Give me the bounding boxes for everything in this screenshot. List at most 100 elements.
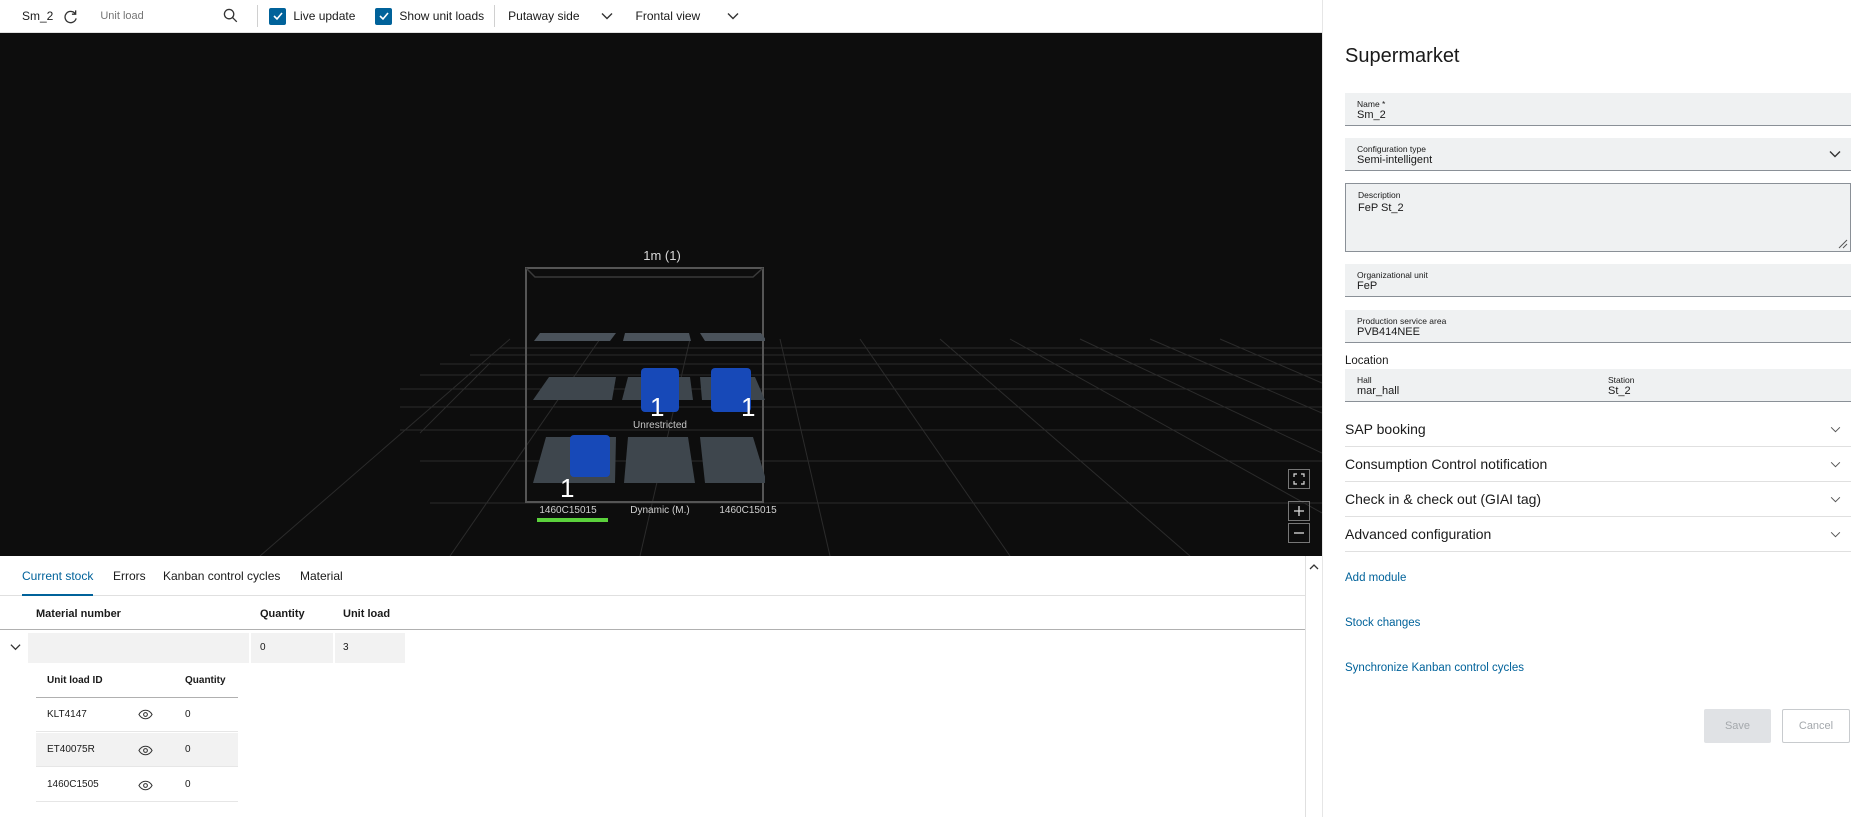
show-unit-loads-checkbox[interactable]: Show unit loads [375, 0, 484, 33]
unit-load-id-cell: 1460C1505 [47, 779, 99, 790]
name-field-label: Name * [1357, 99, 1386, 109]
slot-label: 1460C15015 [539, 505, 597, 516]
toolbar: Sm_2 Live update Show unit loads Putaway… [0, 0, 1322, 33]
slot-label: 1460C15015 [719, 505, 777, 516]
configuration-type-value: Semi-intelligent [1357, 154, 1433, 166]
zoom-out-button[interactable] [1288, 523, 1310, 543]
eye-icon[interactable] [138, 780, 153, 791]
header-underline [0, 629, 1305, 630]
chevron-up-icon [1309, 563, 1319, 569]
eye-icon[interactable] [138, 709, 153, 720]
stock-changes-link[interactable]: Stock changes [1345, 617, 1420, 629]
sap-booking-section[interactable]: SAP booking [1345, 412, 1851, 447]
column-header-quantity[interactable]: Quantity [260, 608, 305, 620]
description-value: FeP St_2 [1358, 202, 1404, 214]
description-textarea[interactable]: Description FeP St_2 [1345, 183, 1851, 252]
refresh-icon[interactable] [63, 9, 78, 24]
name-field-value: Sm_2 [1357, 109, 1386, 121]
stack-count: 1 [741, 392, 756, 422]
unit-load-search[interactable] [100, 0, 255, 33]
table-row[interactable]: ET40075R 0 [36, 733, 238, 767]
toolbar-divider [257, 5, 259, 27]
check-in-check-out-section[interactable]: Check in & check out (GIAI tag) [1345, 482, 1851, 517]
cancel-button[interactable]: Cancel [1782, 709, 1850, 743]
section-title: SAP booking [1345, 421, 1426, 437]
view-label: Frontal view [635, 9, 701, 23]
section-title: Advanced configuration [1345, 526, 1492, 542]
module-title: 1m (1) [643, 248, 681, 263]
plus-icon [1294, 506, 1304, 516]
hall-value: mar_hall [1357, 385, 1400, 397]
chevron-down-icon [1829, 150, 1841, 158]
column-header-material-number[interactable]: Material number [36, 608, 121, 620]
unit-load-cell: 3 [335, 633, 405, 663]
table-row[interactable]: 1460C1505 0 [36, 768, 238, 802]
column-header-unit-load[interactable]: Unit load [343, 608, 390, 620]
live-update-label: Live update [293, 9, 356, 23]
stack-caption: Unrestricted [633, 420, 687, 431]
chevron-down-icon[interactable] [10, 643, 21, 651]
minus-icon [1294, 532, 1304, 534]
station-value: St_2 [1608, 385, 1631, 397]
organizational-unit-value: FeP [1357, 280, 1378, 292]
check-icon[interactable] [269, 7, 287, 25]
section-title: Consumption Control notification [1345, 456, 1548, 472]
unit-load-quantity-cell: 0 [185, 779, 191, 790]
supermarket-panel: Supermarket Name * Sm_2 Configuration ty… [1322, 0, 1864, 817]
consumption-control-section[interactable]: Consumption Control notification [1345, 447, 1851, 482]
section-title: Check in & check out (GIAI tag) [1345, 491, 1542, 507]
unit-load-input[interactable] [100, 9, 216, 22]
fullscreen-icon [1293, 473, 1305, 485]
table-row[interactable]: KLT4147 0 [36, 698, 238, 732]
unit-load-id-cell: KLT4147 [47, 709, 87, 720]
current-stock-table: Material number Quantity Unit load 0 3 U… [0, 596, 1305, 817]
material-number-cell [28, 633, 249, 663]
location-title: Location [1345, 355, 1389, 367]
toolbar-divider [494, 5, 496, 27]
unit-load-quantity-cell: 0 [185, 709, 191, 720]
view-dropdown[interactable]: Frontal view [636, 0, 740, 33]
synchronize-kanban-link[interactable]: Synchronize Kanban control cycles [1345, 662, 1524, 674]
tab-kanban-control-cycles[interactable]: Kanban control cycles [163, 556, 280, 596]
slot-label: Dynamic (M.) [630, 505, 690, 516]
tab-material[interactable]: Material [300, 556, 343, 596]
name-field[interactable]: Name * Sm_2 [1345, 93, 1851, 126]
table-row[interactable]: 0 3 [0, 633, 405, 663]
check-icon[interactable] [375, 7, 393, 25]
production-service-area-value: PVB414NEE [1357, 326, 1420, 338]
description-label: Description [1358, 190, 1401, 200]
collapse-panel-button[interactable] [1306, 556, 1322, 576]
save-button[interactable]: Save [1704, 709, 1771, 743]
search-icon[interactable] [223, 8, 238, 23]
resize-handle-icon[interactable] [1838, 239, 1848, 249]
chevron-down-icon [1830, 531, 1841, 538]
unit-load-quantity-cell: 0 [185, 744, 191, 755]
hall-field[interactable]: Hall mar_hall [1345, 369, 1595, 402]
production-service-area-field[interactable]: Production service area PVB414NEE [1345, 310, 1851, 343]
fullscreen-button[interactable] [1288, 469, 1310, 489]
column-header-sub-quantity[interactable]: Quantity [185, 675, 226, 686]
show-unit-loads-label: Show unit loads [399, 9, 485, 23]
chevron-down-icon [601, 12, 613, 20]
chevron-down-icon [1830, 496, 1841, 503]
add-module-link[interactable]: Add module [1345, 572, 1406, 584]
column-header-unit-load-id[interactable]: Unit load ID [47, 675, 103, 686]
3d-viewport[interactable]: 1m (1) 1 Unrestricted 1 1 1460C15015 Dyn… [0, 33, 1322, 556]
advanced-configuration-section[interactable]: Advanced configuration [1345, 517, 1851, 552]
chevron-down-icon [1830, 426, 1841, 433]
unit-load-box[interactable] [570, 435, 610, 477]
organizational-unit-field[interactable]: Organizational unit FeP [1345, 264, 1851, 297]
tab-errors[interactable]: Errors [113, 556, 146, 596]
station-field[interactable]: Station St_2 [1596, 369, 1851, 402]
tab-current-stock[interactable]: Current stock [22, 556, 94, 596]
putaway-side-dropdown[interactable]: Putaway side [508, 0, 613, 33]
production-service-area-label: Production service area [1357, 316, 1447, 326]
supermarket-selector[interactable]: Sm_2 [22, 0, 78, 33]
zoom-in-button[interactable] [1288, 501, 1310, 521]
stack-count: 1 [560, 473, 575, 503]
configuration-type-select[interactable]: Configuration type Semi-intelligent [1345, 138, 1851, 171]
eye-icon[interactable] [138, 745, 153, 756]
live-update-checkbox[interactable]: Live update [269, 0, 355, 33]
supermarket-name: Sm_2 [22, 9, 54, 23]
unit-load-id-cell: ET40075R [47, 744, 95, 755]
